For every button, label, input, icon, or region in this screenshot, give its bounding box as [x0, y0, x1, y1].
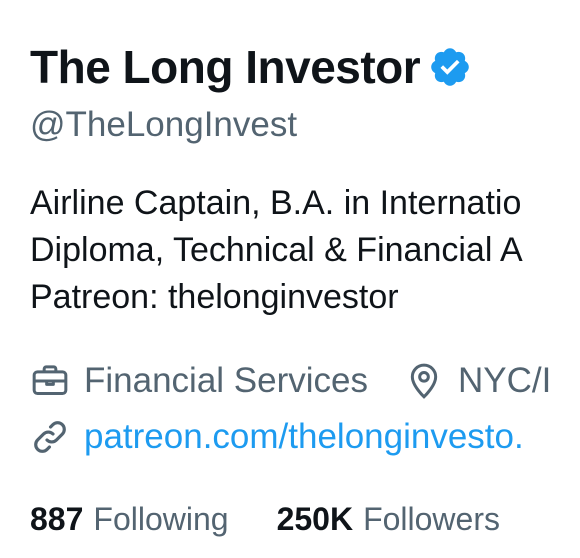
following-stat[interactable]: 887 Following [30, 498, 229, 540]
bio-line: Diploma, Technical & Financial A [30, 231, 523, 269]
website-link[interactable]: patreon.com/thelonginvesto. [84, 415, 524, 459]
location-label: NYC/I [458, 361, 552, 400]
name-row: The Long Investor [30, 40, 472, 94]
website-row: patreon.com/thelonginvesto. [30, 415, 524, 459]
briefcase-icon [30, 361, 70, 401]
following-label: Following [93, 501, 229, 537]
location-pin-icon [404, 361, 444, 401]
bio: Airline Captain, B.A. in Internatio Dipl… [30, 180, 580, 321]
location-item: NYC/I [404, 359, 551, 403]
category-label: Financial Services [84, 361, 368, 400]
profile-header: The Long Investor @TheLongInvest Airline… [0, 0, 580, 558]
followers-count: 250K [276, 501, 354, 537]
followers-stat[interactable]: 250K Followers [277, 498, 500, 540]
verified-badge-icon[interactable] [428, 45, 472, 89]
profile-meta-row: Financial Services NYC/I [30, 359, 580, 403]
category-item: Financial Services [30, 359, 368, 403]
bio-line: Airline Captain, B.A. in Internatio [30, 184, 522, 222]
followers-label: Followers [363, 501, 500, 537]
follow-stats: 887 Following 250K Followers [30, 498, 548, 540]
display-name: The Long Investor [30, 41, 421, 93]
following-count: 887 [30, 501, 84, 537]
user-handle: @TheLongInvest [30, 105, 298, 144]
bio-line: Patreon: thelonginvestor [30, 278, 399, 316]
link-icon [30, 417, 70, 457]
